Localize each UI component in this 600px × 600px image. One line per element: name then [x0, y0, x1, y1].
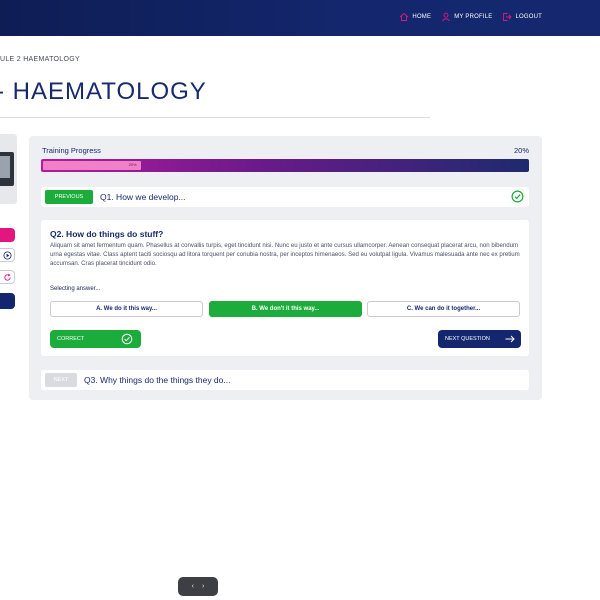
- play-icon: [3, 250, 12, 260]
- next-button-disabled[interactable]: NEXT: [45, 373, 77, 387]
- correct-label: CORRECT: [57, 336, 85, 342]
- logout-icon: [503, 13, 513, 21]
- next-question-label: NEXT QUESTION: [445, 336, 490, 342]
- answer-option-a[interactable]: A. We do it this way...: [50, 301, 203, 317]
- q2-title: Q2. How do things do stuff?: [50, 229, 164, 239]
- q2-body: Aliquam sit amet fermentum quam. Phasell…: [50, 242, 520, 267]
- correct-badge: CORRECT: [50, 330, 141, 348]
- check-circle-icon: [511, 190, 524, 203]
- page-title: - HAEMATOLOGY: [0, 78, 207, 105]
- sidebar-pink-button[interactable]: [0, 228, 15, 242]
- nav-home[interactable]: HOME: [399, 12, 431, 22]
- question-row-q3: NEXT Q3. Why things do the things they d…: [41, 370, 529, 390]
- user-icon: [442, 12, 451, 22]
- module-thumbnail: [0, 134, 17, 204]
- check-circle-icon: [121, 333, 133, 345]
- q1-title: Q1. How we develop...: [100, 192, 186, 202]
- refresh-icon: [4, 273, 11, 281]
- sidebar-navy-button[interactable]: [0, 293, 15, 309]
- progress-bar: 20%: [41, 159, 529, 172]
- laptop-screen: [0, 156, 10, 178]
- q3-title: Q3. Why things do the things they do...: [84, 375, 231, 385]
- training-progress-percent: 20%: [513, 146, 529, 155]
- home-icon: [400, 12, 409, 21]
- breadcrumb[interactable]: ULE 2 HAEMATOLOGY: [0, 56, 80, 63]
- sidebar-refresh-button[interactable]: [0, 270, 15, 284]
- pager-next-button[interactable]: ›: [202, 583, 204, 590]
- nav-logout[interactable]: LOGOUT: [502, 12, 542, 22]
- answer-option-b[interactable]: B. We don't it this way...: [209, 301, 362, 317]
- pager-prev-button[interactable]: ‹: [192, 583, 194, 590]
- answer-option-c[interactable]: C. We can do it together...: [367, 301, 520, 317]
- sidebar-play-button[interactable]: [0, 248, 15, 262]
- nav-logout-label: LOGOUT: [515, 14, 542, 20]
- selecting-answer-label: Selecting answer...: [50, 286, 101, 292]
- nav-menu: HOME MY PROFILE LOGOUT: [399, 12, 542, 22]
- previous-button[interactable]: PREVIOUS: [45, 190, 93, 204]
- question-row-q1: PREVIOUS Q1. How we develop...: [41, 187, 529, 207]
- training-progress-label: Training Progress: [42, 146, 101, 155]
- next-question-button[interactable]: NEXT QUESTION: [438, 330, 521, 348]
- question-panel-q2: Q2. How do things do stuff? Aliquam sit …: [41, 220, 529, 356]
- nav-profile[interactable]: MY PROFILE: [441, 12, 492, 22]
- progress-bar-fill: 20%: [43, 161, 141, 170]
- title-divider: [0, 117, 430, 118]
- slide-pager: ‹ ›: [178, 577, 218, 596]
- progress-bar-label: 20%: [128, 162, 137, 167]
- nav-profile-label: MY PROFILE: [454, 14, 493, 20]
- nav-home-label: HOME: [412, 14, 432, 20]
- top-navbar: HOME MY PROFILE LOGOUT: [0, 0, 600, 36]
- arrow-right-icon: [505, 335, 515, 343]
